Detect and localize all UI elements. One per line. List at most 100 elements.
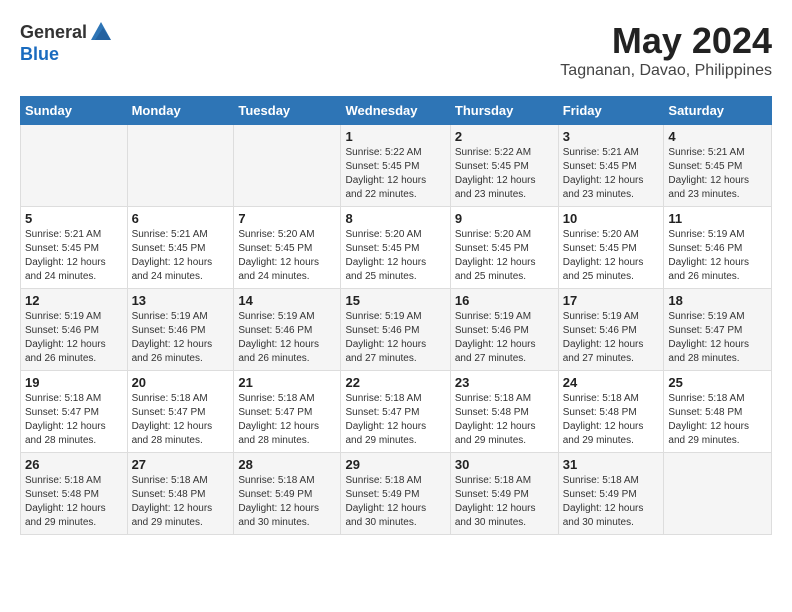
day-number: 6	[132, 211, 230, 226]
day-info: Sunrise: 5:20 AMSunset: 5:45 PMDaylight:…	[563, 228, 660, 284]
day-info: Sunrise: 5:18 AMSunset: 5:49 PMDaylight:…	[563, 474, 660, 530]
day-number: 9	[455, 211, 554, 226]
day-number: 25	[668, 375, 767, 390]
weekday-header-tuesday: Tuesday	[234, 97, 341, 125]
day-info: Sunrise: 5:18 AMSunset: 5:48 PMDaylight:…	[668, 392, 767, 448]
day-number: 3	[563, 129, 660, 144]
weekday-header-friday: Friday	[558, 97, 664, 125]
calendar-cell: 23 Sunrise: 5:18 AMSunset: 5:48 PMDayligh…	[450, 371, 558, 453]
day-number: 22	[345, 375, 445, 390]
calendar-cell	[234, 125, 341, 207]
calendar-cell: 25 Sunrise: 5:18 AMSunset: 5:48 PMDayligh…	[664, 371, 772, 453]
day-info: Sunrise: 5:18 AMSunset: 5:48 PMDaylight:…	[455, 392, 554, 448]
logo-icon	[89, 20, 113, 44]
day-info: Sunrise: 5:21 AMSunset: 5:45 PMDaylight:…	[563, 146, 660, 202]
day-number: 4	[668, 129, 767, 144]
day-info: Sunrise: 5:18 AMSunset: 5:49 PMDaylight:…	[455, 474, 554, 530]
calendar-cell: 8 Sunrise: 5:20 AMSunset: 5:45 PMDaylight…	[341, 207, 450, 289]
day-info: Sunrise: 5:18 AMSunset: 5:47 PMDaylight:…	[238, 392, 336, 448]
day-info: Sunrise: 5:22 AMSunset: 5:45 PMDaylight:…	[455, 146, 554, 202]
calendar-table: SundayMondayTuesdayWednesdayThursdayFrid…	[20, 96, 772, 535]
calendar-cell: 15 Sunrise: 5:19 AMSunset: 5:46 PMDayligh…	[341, 289, 450, 371]
calendar-cell: 30 Sunrise: 5:18 AMSunset: 5:49 PMDayligh…	[450, 453, 558, 535]
calendar-cell: 11Sunrise: 5:19 AMSunset: 5:46 PMDayligh…	[664, 207, 772, 289]
calendar-cell: 13 Sunrise: 5:19 AMSunset: 5:46 PMDayligh…	[127, 289, 234, 371]
calendar-cell: 19 Sunrise: 5:18 AMSunset: 5:47 PMDayligh…	[21, 371, 128, 453]
day-info: Sunrise: 5:22 AMSunset: 5:45 PMDaylight:…	[345, 146, 445, 202]
day-number: 7	[238, 211, 336, 226]
weekday-header-saturday: Saturday	[664, 97, 772, 125]
calendar-cell: 16 Sunrise: 5:19 AMSunset: 5:46 PMDayligh…	[450, 289, 558, 371]
calendar-cell: 17Sunrise: 5:19 AMSunset: 5:46 PMDayligh…	[558, 289, 664, 371]
calendar-cell	[21, 125, 128, 207]
calendar-cell: 1 Sunrise: 5:22 AMSunset: 5:45 PMDaylight…	[341, 125, 450, 207]
day-number: 31	[563, 457, 660, 472]
day-number: 19	[25, 375, 123, 390]
calendar-cell: 21Sunrise: 5:18 AMSunset: 5:47 PMDayligh…	[234, 371, 341, 453]
day-info: Sunrise: 5:20 AMSunset: 5:45 PMDaylight:…	[455, 228, 554, 284]
day-info: Sunrise: 5:18 AMSunset: 5:48 PMDaylight:…	[25, 474, 123, 530]
day-number: 29	[345, 457, 445, 472]
week-row-2: 5 Sunrise: 5:21 AMSunset: 5:45 PMDaylight…	[21, 207, 772, 289]
calendar-cell: 29 Sunrise: 5:18 AMSunset: 5:49 PMDayligh…	[341, 453, 450, 535]
calendar-cell	[127, 125, 234, 207]
calendar-cell: 28Sunrise: 5:18 AMSunset: 5:49 PMDayligh…	[234, 453, 341, 535]
day-number: 16	[455, 293, 554, 308]
day-info: Sunrise: 5:19 AMSunset: 5:46 PMDaylight:…	[563, 310, 660, 366]
calendar-cell: 27 Sunrise: 5:18 AMSunset: 5:48 PMDayligh…	[127, 453, 234, 535]
day-info: Sunrise: 5:19 AMSunset: 5:46 PMDaylight:…	[132, 310, 230, 366]
calendar-cell: 18 Sunrise: 5:19 AMSunset: 5:47 PMDayligh…	[664, 289, 772, 371]
day-number: 28	[238, 457, 336, 472]
calendar-subtitle: Tagnanan, Davao, Philippines	[560, 62, 772, 80]
day-number: 1	[345, 129, 445, 144]
weekday-header-wednesday: Wednesday	[341, 97, 450, 125]
day-number: 23	[455, 375, 554, 390]
day-number: 2	[455, 129, 554, 144]
calendar-cell: 14Sunrise: 5:19 AMSunset: 5:46 PMDayligh…	[234, 289, 341, 371]
day-number: 13	[132, 293, 230, 308]
day-number: 8	[345, 211, 445, 226]
day-info: Sunrise: 5:19 AMSunset: 5:46 PMDaylight:…	[25, 310, 123, 366]
day-number: 27	[132, 457, 230, 472]
day-info: Sunrise: 5:20 AMSunset: 5:45 PMDaylight:…	[345, 228, 445, 284]
day-number: 5	[25, 211, 123, 226]
day-info: Sunrise: 5:19 AMSunset: 5:46 PMDaylight:…	[668, 228, 767, 284]
day-number: 30	[455, 457, 554, 472]
day-info: Sunrise: 5:20 AMSunset: 5:45 PMDaylight:…	[238, 228, 336, 284]
calendar-cell: 2 Sunrise: 5:22 AMSunset: 5:45 PMDaylight…	[450, 125, 558, 207]
weekday-header-thursday: Thursday	[450, 97, 558, 125]
calendar-title: May 2024	[560, 20, 772, 62]
day-number: 10	[563, 211, 660, 226]
weekday-header-monday: Monday	[127, 97, 234, 125]
calendar-cell: 31 Sunrise: 5:18 AMSunset: 5:49 PMDayligh…	[558, 453, 664, 535]
day-info: Sunrise: 5:18 AMSunset: 5:48 PMDaylight:…	[132, 474, 230, 530]
week-row-4: 19 Sunrise: 5:18 AMSunset: 5:47 PMDayligh…	[21, 371, 772, 453]
weekday-header-sunday: Sunday	[21, 97, 128, 125]
day-info: Sunrise: 5:18 AMSunset: 5:49 PMDaylight:…	[345, 474, 445, 530]
day-info: Sunrise: 5:18 AMSunset: 5:48 PMDaylight:…	[563, 392, 660, 448]
day-info: Sunrise: 5:18 AMSunset: 5:47 PMDaylight:…	[25, 392, 123, 448]
day-number: 12	[25, 293, 123, 308]
header: General Blue May 2024 Tagnanan, Davao, P…	[20, 20, 772, 80]
day-number: 20	[132, 375, 230, 390]
day-number: 18	[668, 293, 767, 308]
day-info: Sunrise: 5:21 AMSunset: 5:45 PMDaylight:…	[668, 146, 767, 202]
calendar-cell: 3 Sunrise: 5:21 AMSunset: 5:45 PMDaylight…	[558, 125, 664, 207]
week-row-3: 12 Sunrise: 5:19 AMSunset: 5:46 PMDayligh…	[21, 289, 772, 371]
calendar-cell: 20 Sunrise: 5:18 AMSunset: 5:47 PMDayligh…	[127, 371, 234, 453]
calendar-cell	[664, 453, 772, 535]
day-info: Sunrise: 5:19 AMSunset: 5:46 PMDaylight:…	[345, 310, 445, 366]
calendar-cell: 9 Sunrise: 5:20 AMSunset: 5:45 PMDaylight…	[450, 207, 558, 289]
day-number: 26	[25, 457, 123, 472]
day-info: Sunrise: 5:18 AMSunset: 5:47 PMDaylight:…	[132, 392, 230, 448]
logo-blue: Blue	[20, 44, 59, 64]
day-info: Sunrise: 5:21 AMSunset: 5:45 PMDaylight:…	[132, 228, 230, 284]
day-number: 15	[345, 293, 445, 308]
calendar-cell: 7 Sunrise: 5:20 AMSunset: 5:45 PMDaylight…	[234, 207, 341, 289]
day-info: Sunrise: 5:21 AMSunset: 5:45 PMDaylight:…	[25, 228, 123, 284]
title-area: May 2024 Tagnanan, Davao, Philippines	[560, 20, 772, 80]
day-info: Sunrise: 5:19 AMSunset: 5:46 PMDaylight:…	[455, 310, 554, 366]
logo: General Blue	[20, 20, 113, 65]
day-info: Sunrise: 5:19 AMSunset: 5:47 PMDaylight:…	[668, 310, 767, 366]
day-number: 14	[238, 293, 336, 308]
